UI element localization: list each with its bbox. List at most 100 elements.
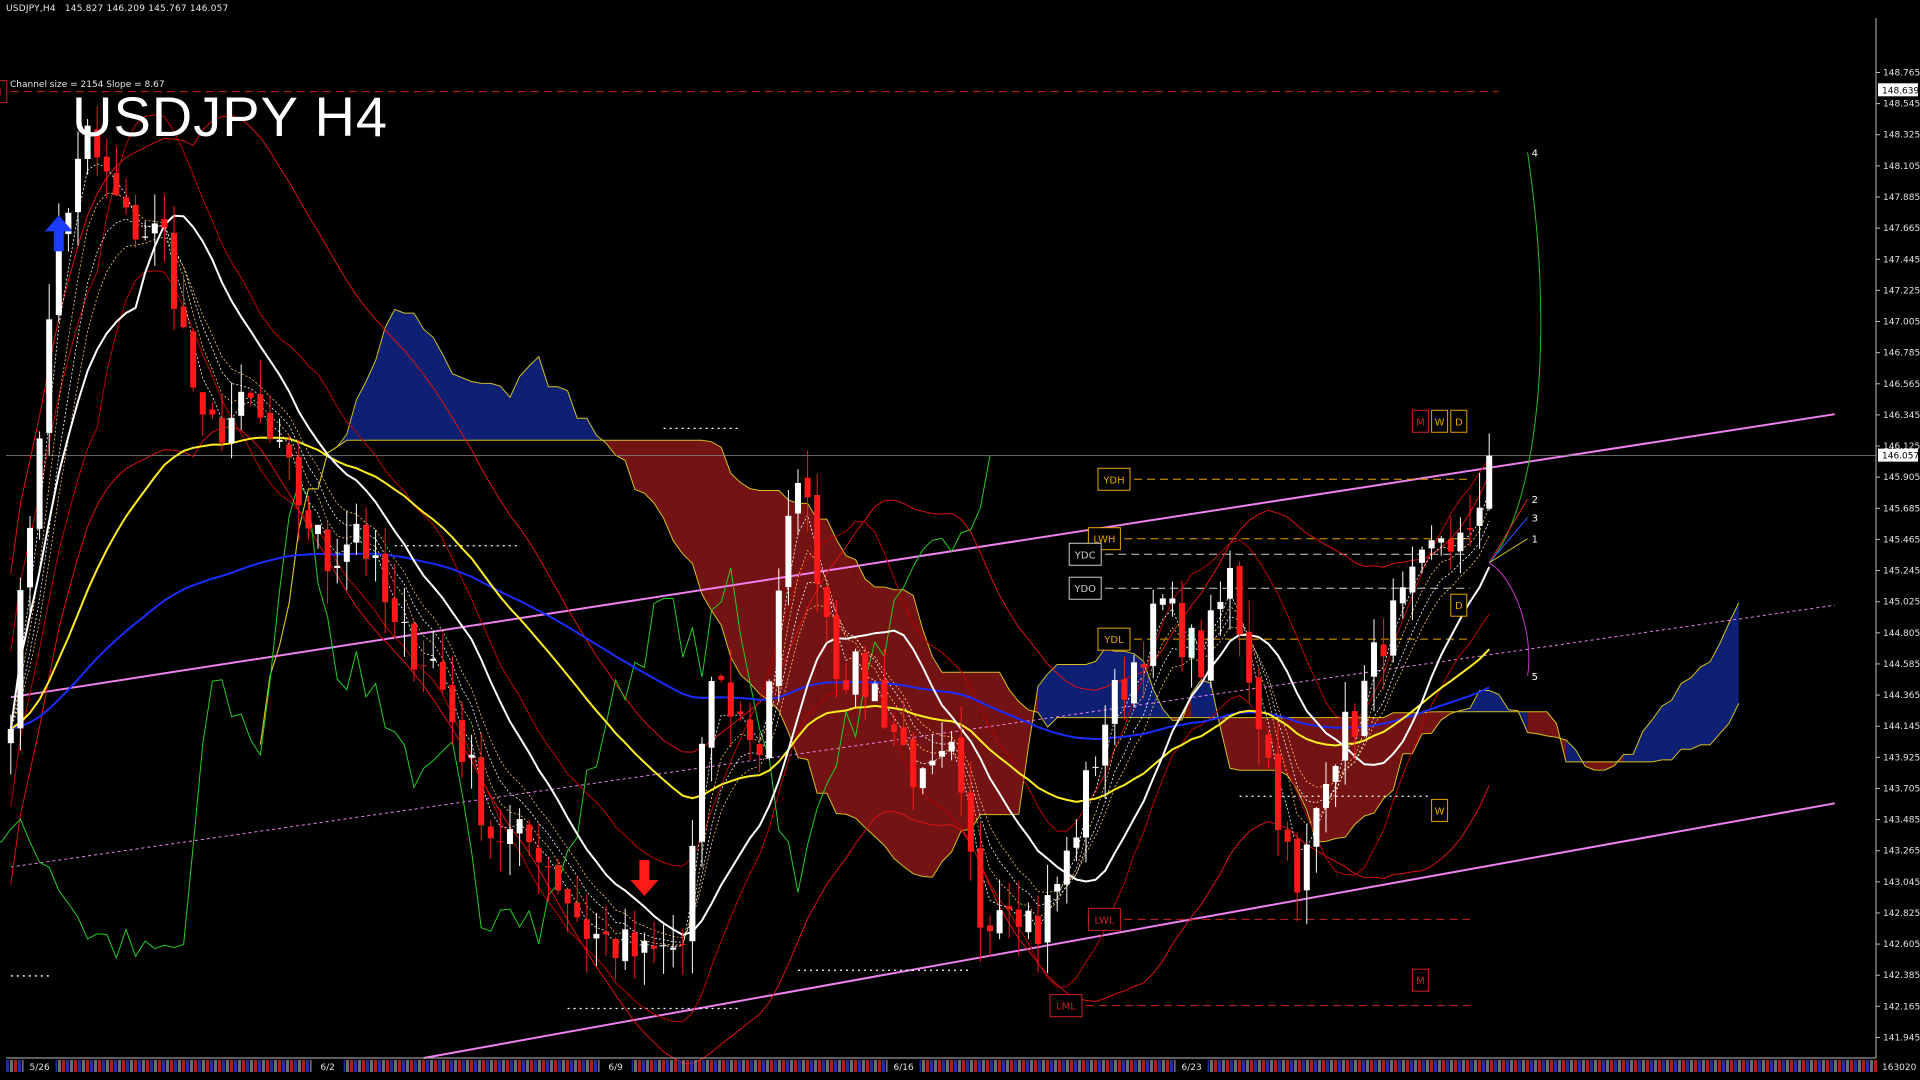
kumo-segment <box>1527 711 1538 734</box>
volume-strip <box>866 1060 869 1072</box>
volume-strip <box>858 1060 861 1072</box>
volume-strip <box>1366 1060 1369 1072</box>
volume-strip <box>422 1060 425 1072</box>
volume-strip <box>1378 1060 1381 1072</box>
volume-strip <box>1134 1060 1137 1072</box>
candle-bull <box>1399 587 1406 604</box>
candle-bull <box>1409 566 1416 593</box>
volume-strip <box>574 1060 577 1072</box>
volume-strip <box>1810 1060 1813 1072</box>
volume-strip <box>1726 1060 1729 1072</box>
candle-bear <box>305 510 312 529</box>
volume-strip <box>1790 1060 1793 1072</box>
volume-strip <box>778 1060 781 1072</box>
candle-bull <box>1323 783 1329 808</box>
volume-strip <box>1406 1060 1409 1072</box>
volume-strip <box>1466 1060 1469 1072</box>
candle-bear <box>574 902 581 918</box>
volume-strip <box>430 1060 433 1072</box>
volume-strip <box>1462 1060 1465 1072</box>
volume-strip <box>94 1060 97 1072</box>
volume-strip <box>362 1060 365 1072</box>
candle-bear <box>103 156 110 172</box>
candle-bull <box>1428 540 1435 549</box>
projection-label: 4 <box>1532 148 1538 159</box>
kumo-segment <box>471 381 482 441</box>
y-tick-label: 145.025 <box>1883 598 1920 608</box>
volume-strip <box>1074 1060 1077 1072</box>
volume-strip <box>170 1060 173 1072</box>
volume-strip <box>1130 1060 1133 1072</box>
volume-strip <box>1018 1060 1021 1072</box>
volume-strip <box>938 1060 941 1072</box>
volume-strip <box>678 1060 681 1072</box>
volume-strip <box>1830 1060 1833 1072</box>
candle-bear <box>727 682 734 717</box>
y-tick-label: 143.705 <box>1883 784 1920 794</box>
candle-bull <box>1083 770 1089 838</box>
candle-bull <box>660 945 667 947</box>
volume-strip <box>1566 1060 1569 1072</box>
y-tick-label: 145.465 <box>1883 535 1920 545</box>
volume-strip <box>990 1060 993 1072</box>
volume-strip <box>1802 1060 1805 1072</box>
volume-strip <box>1346 1060 1349 1072</box>
candle-bull <box>1111 680 1118 724</box>
candle-bull <box>1390 600 1397 656</box>
volume-strip <box>1502 1060 1505 1072</box>
kumo-segment <box>481 383 491 441</box>
volume-strip <box>1826 1060 1829 1072</box>
candle-bear <box>286 444 293 458</box>
volume-strip <box>538 1060 541 1072</box>
volume-strip <box>210 1060 213 1072</box>
y-tick-label: 146.345 <box>1883 411 1920 421</box>
volume-strip <box>86 1060 89 1072</box>
volume-strip <box>1770 1060 1773 1072</box>
volume-strip <box>474 1060 477 1072</box>
level-tag-label: YDC <box>1074 550 1096 561</box>
volume-strip <box>1722 1060 1725 1072</box>
volume-strip <box>666 1060 669 1072</box>
volume-strip <box>578 1060 581 1072</box>
volume-strip <box>1394 1060 1397 1072</box>
y-tick-label: 142.605 <box>1883 940 1920 950</box>
volume-strip <box>1642 1060 1645 1072</box>
volume-strip <box>946 1060 949 1072</box>
volume-strip <box>1122 1060 1125 1072</box>
volume-strip <box>1606 1060 1609 1072</box>
volume-strip <box>782 1060 785 1072</box>
volume-strip <box>486 1060 489 1072</box>
candle-bull <box>775 590 782 686</box>
volume-strip <box>586 1060 589 1072</box>
volume-strip <box>1098 1060 1101 1072</box>
candle-bull <box>1150 603 1157 666</box>
volume-strip <box>1106 1060 1109 1072</box>
volume-strip <box>562 1060 565 1072</box>
candle-bear <box>1236 565 1243 635</box>
volume-strip <box>1506 1060 1509 1072</box>
candle-bull <box>7 729 14 744</box>
candle-bull <box>1438 538 1445 543</box>
candle-bear <box>564 888 571 904</box>
volume-strip <box>1542 1060 1545 1072</box>
candle-bear <box>535 847 542 863</box>
kumo-segment <box>519 365 530 441</box>
y-tick-label: 147.005 <box>1883 318 1920 328</box>
volume-strip <box>1846 1060 1849 1072</box>
volume-strip <box>1706 1060 1709 1072</box>
volume-strip <box>1246 1060 1249 1072</box>
volume-strip <box>14 1060 17 1072</box>
candle-bull <box>1073 837 1080 848</box>
candle-bull <box>1063 850 1070 885</box>
volume-strip <box>1398 1060 1401 1072</box>
volume-strip <box>830 1060 833 1072</box>
candle-bear <box>1447 539 1454 552</box>
volume-strip <box>386 1060 389 1072</box>
volume-strip <box>90 1060 93 1072</box>
volume-strip <box>1622 1060 1625 1072</box>
volume-strip <box>998 1060 1001 1072</box>
volume-strip <box>762 1060 765 1072</box>
candle-bear <box>161 218 168 228</box>
candle-bear <box>843 680 849 690</box>
volume-strip <box>922 1060 925 1072</box>
